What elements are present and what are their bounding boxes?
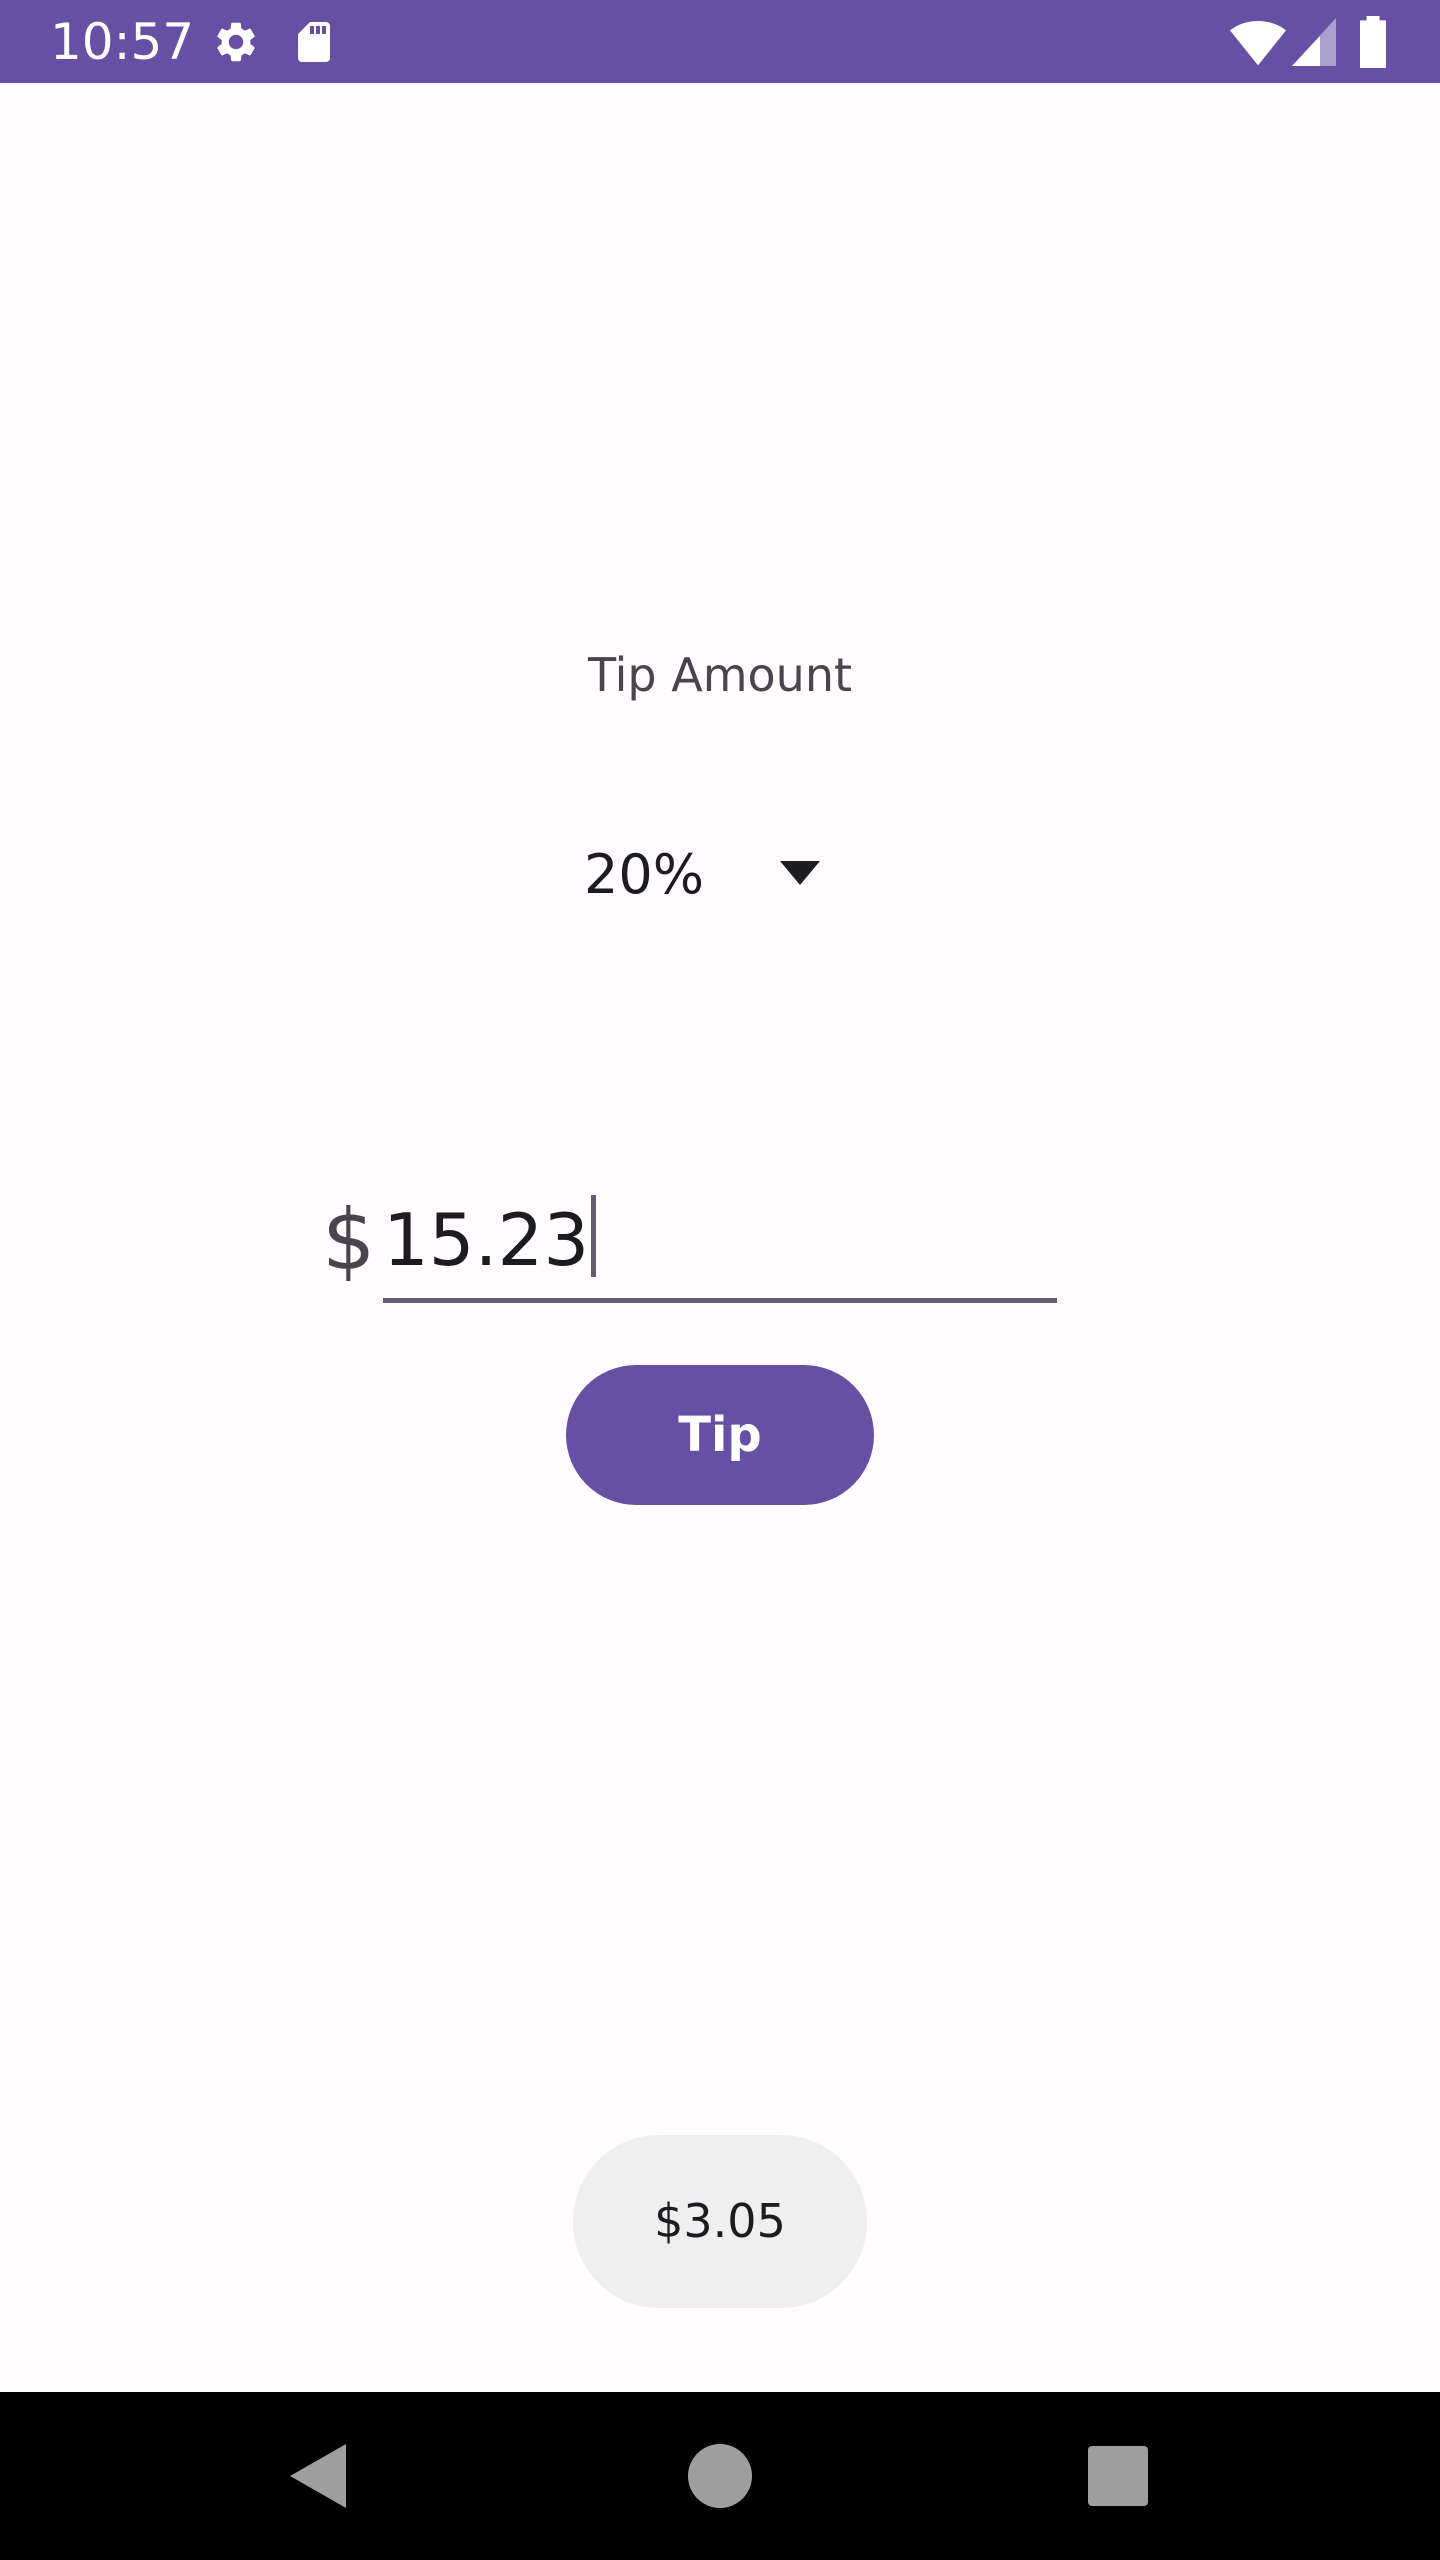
tip-percent-value: 20% (584, 843, 705, 906)
dropdown-arrow-icon (780, 858, 820, 888)
tip-percent-dropdown[interactable]: 20% (560, 830, 840, 920)
app-screen: 10:57 Tip Amount 20% $ 15.23 Tip $3.05 (0, 0, 1440, 2560)
home-icon[interactable] (680, 2436, 760, 2516)
wifi-icon (1230, 16, 1286, 68)
amount-text: 15.23 (383, 1198, 590, 1282)
navigation-bar (0, 2392, 1440, 2560)
recents-icon[interactable] (1078, 2436, 1158, 2516)
amount-input-value: 15.23 (383, 1190, 597, 1290)
amount-input[interactable]: 15.23 (383, 1180, 1057, 1303)
text-caret (591, 1195, 597, 1277)
back-icon[interactable] (278, 2436, 358, 2516)
tip-amount-label: Tip Amount (587, 648, 853, 702)
tip-button[interactable]: Tip (566, 1365, 874, 1505)
gear-icon (212, 18, 260, 66)
result-toast: $3.05 (573, 2135, 867, 2308)
currency-symbol: $ (322, 1191, 376, 1289)
battery-icon (1356, 16, 1390, 68)
sd-card-icon (290, 18, 338, 66)
status-time: 10:57 (50, 13, 195, 71)
status-bar: 10:57 (0, 0, 1440, 83)
signal-icon (1292, 18, 1336, 66)
